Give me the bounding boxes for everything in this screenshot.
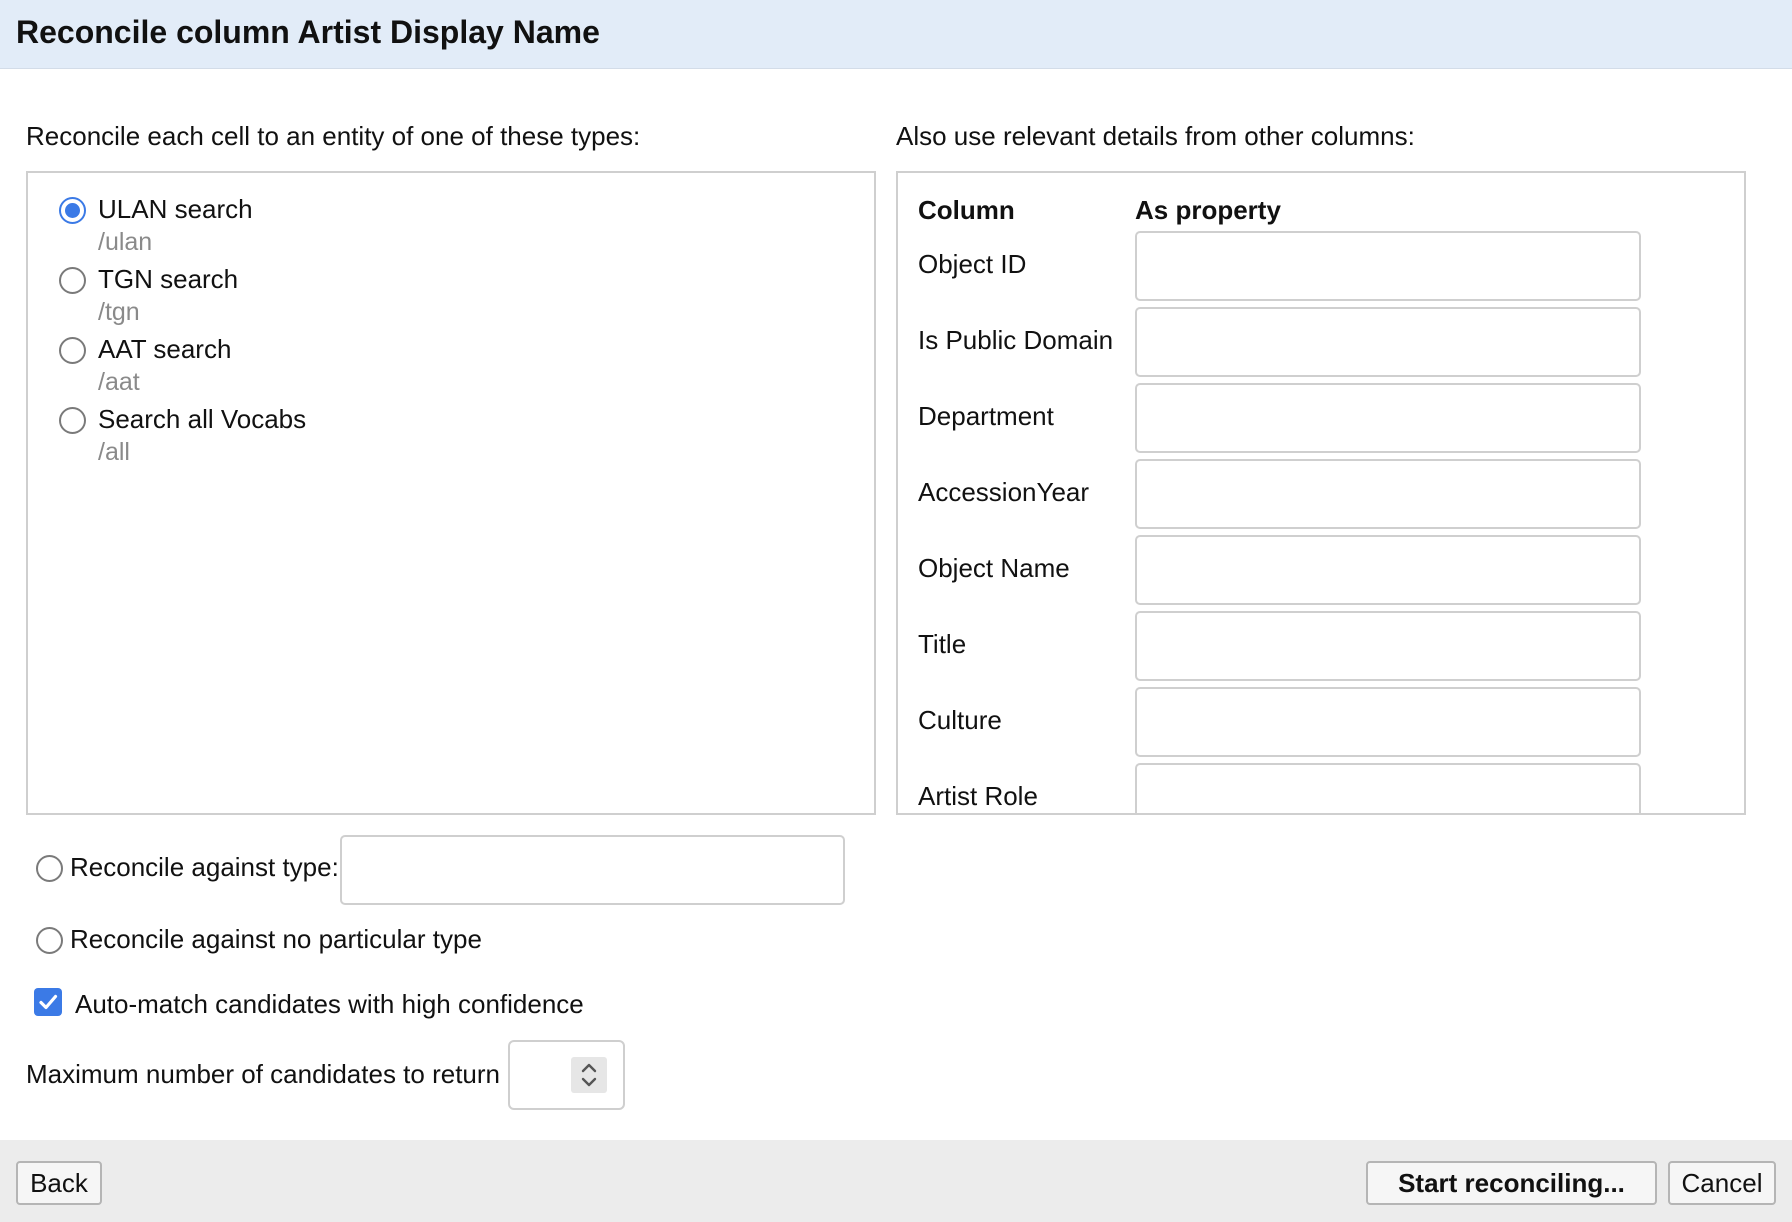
no-type-label[interactable]: Reconcile against no particular type [70,924,482,955]
type-radio-aat[interactable] [59,337,86,364]
type-path-aat: /aat [98,368,140,396]
types-list-panel: ULAN search /ulan TGN search /tgn AAT se… [26,171,876,815]
column-name-title: Title [918,629,967,659]
against-type-label[interactable]: Reconcile against type: [70,852,339,883]
property-input-title[interactable] [1135,611,1641,681]
auto-match-label[interactable]: Auto-match candidates with high confiden… [75,989,584,1020]
column-header: Column [918,195,1015,225]
max-candidates-label: Maximum number of candidates to return [26,1059,500,1089]
type-radio-ulan[interactable] [59,197,86,224]
type-name-tgn[interactable]: TGN search [98,264,238,295]
dialog-footer: Back Start reconciling... Cancel [0,1140,1792,1222]
property-input-is-public-domain[interactable] [1135,307,1641,377]
property-header: As property [1135,195,1281,225]
property-input-culture[interactable] [1135,687,1641,757]
property-input-object-id[interactable] [1135,231,1641,301]
type-radio-tgn[interactable] [59,267,86,294]
start-reconciling-button[interactable]: Start reconciling... [1366,1161,1657,1205]
auto-match-checkbox[interactable] [34,988,62,1016]
type-name-aat[interactable]: AAT search [98,334,231,365]
type-path-tgn: /tgn [98,298,140,326]
checkmark-icon [39,994,58,1010]
type-radio-all[interactable] [59,407,86,434]
type-path-all: /all [98,438,130,466]
property-input-department[interactable] [1135,383,1641,453]
type-path-ulan: /ulan [98,228,153,256]
details-section-label: Also use relevant details from other col… [896,121,1415,151]
back-button[interactable]: Back [16,1161,102,1205]
property-input-accession-year[interactable] [1135,459,1641,529]
type-name-all[interactable]: Search all Vocabs [98,404,306,435]
column-name-department: Department [918,401,1054,431]
spinner-arrows-icon[interactable] [571,1057,607,1093]
column-name-object-name: Object Name [918,553,1070,583]
column-name-object-id: Object ID [918,249,1027,279]
no-type-radio[interactable] [36,927,63,954]
dialog-title: Reconcile column Artist Display Name [16,14,600,50]
against-type-radio[interactable] [36,855,63,882]
property-input-artist-role[interactable] [1135,763,1641,813]
column-name-culture: Culture [918,705,1002,735]
property-input-object-name[interactable] [1135,535,1641,605]
types-section-label: Reconcile each cell to an entity of one … [26,121,641,151]
against-type-input[interactable] [340,835,845,905]
max-candidates-input[interactable] [508,1040,625,1110]
column-name-artist-role: Artist Role [918,781,1038,811]
cancel-button[interactable]: Cancel [1668,1161,1776,1205]
dialog-header: Reconcile column Artist Display Name [0,0,1792,69]
column-name-accession-year: AccessionYear [918,477,1090,507]
details-panel: Column As property Object ID Is Public D… [896,171,1746,815]
column-name-is-public-domain: Is Public Domain [918,325,1114,355]
type-name-ulan[interactable]: ULAN search [98,194,253,225]
